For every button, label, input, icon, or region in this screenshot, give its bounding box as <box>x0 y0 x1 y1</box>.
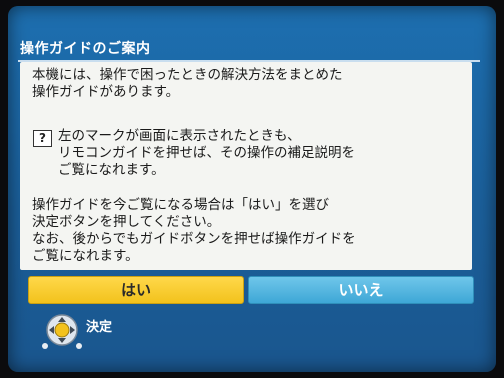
dpad-center-button <box>54 322 70 338</box>
remote-dpad-icon <box>42 314 82 349</box>
dpad-aux-dot-right <box>76 343 82 349</box>
message-paragraph-help: 左のマークが画面に表示されたときも、 リモコンガイドを押せば、その操作の補足説明… <box>58 128 355 178</box>
message-paragraph-intro: 本機には、操作で困ったときの解決方法をまとめた 操作ガイドがあります。 <box>32 67 343 100</box>
help-mark-icon: ? <box>33 130 52 147</box>
yes-button[interactable]: はい <box>28 276 244 304</box>
confirm-label: 決定 <box>86 320 113 335</box>
dialog-title: 操作ガイドのご案内 <box>20 41 151 57</box>
message-paragraph-instructions: 操作ガイドを今ご覧になる場合は「はい」を選び 決定ボタンを押してください。 なお… <box>32 197 356 264</box>
no-button[interactable]: いいえ <box>248 276 474 304</box>
dpad-aux-dot-left <box>42 343 48 349</box>
message-panel: 本機には、操作で困ったときの解決方法をまとめた 操作ガイドがあります。 ? 左の… <box>20 62 472 270</box>
